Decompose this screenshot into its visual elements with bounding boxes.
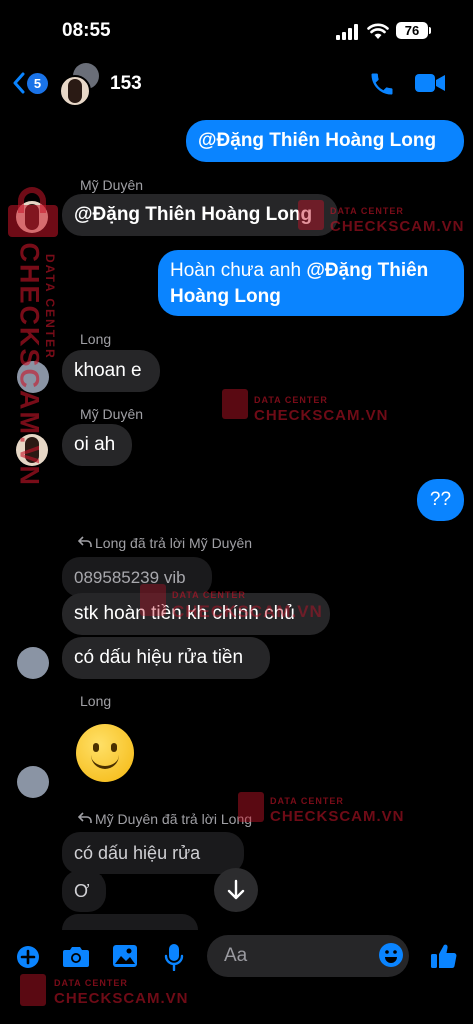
sender-name: Mỹ Duyên [80,177,144,193]
incoming-message[interactable]: oi ah [62,424,132,466]
sender-name: Long [80,693,112,709]
watermark-vertical-label: DATA CENTER [40,250,60,390]
message-text: Hoàn chưa anh [170,260,307,281]
incoming-message[interactable]: có dấu hiệu rửa tiền [62,637,270,679]
scroll-to-bottom-button[interactable] [214,868,258,912]
outgoing-message[interactable]: Hoàn chưa anh @Đặng Thiên Hoàng Long [158,250,464,316]
gallery-icon[interactable] [112,944,138,968]
watermark-mark: DATA CENTER CHECKSCAM.VN [222,385,392,425]
video-call-icon[interactable] [414,71,446,95]
unread-count-badge[interactable]: 5 [27,73,48,94]
camera-icon[interactable] [62,944,90,968]
microphone-icon[interactable] [164,943,184,971]
watermark-brand: CHECKSCAM.VN [172,602,323,621]
phone-icon[interactable] [368,70,396,98]
mention-text[interactable]: @Đặng Thiên [306,260,428,281]
arrow-down-icon [227,879,245,900]
message-input-placeholder: Aa [224,945,248,966]
quoted-text: Ơ [74,881,90,901]
battery-icon: 76 [396,22,428,39]
avatar[interactable] [17,647,49,679]
message-text: oi ah [74,434,116,455]
incoming-message[interactable]: @Đặng Thiên Hoàng Long [62,194,338,236]
watermark-label: DATA CENTER [270,796,344,806]
watermark-mark: DATA CENTER CHECKSCAM.VN [238,788,408,828]
conversation-title[interactable]: 153 [110,73,142,95]
watermark-vertical-brand: CHECKSCAM.VN [4,243,45,505]
mention-text[interactable]: @Đặng Thiên Hoàng Long [74,204,312,225]
watermark-brand: CHECKSCAM.VN [270,808,405,825]
quoted-message[interactable]: Ơ [62,870,106,912]
watermark-mark: DATA CENTER CHECKSCAM.VN [298,196,464,236]
reply-note: Mỹ Duyên đã trả lời Long [95,811,253,827]
message-text: khoan e [74,360,142,381]
back-chevron-icon[interactable] [12,72,26,94]
sender-name: Mỹ Duyên [80,406,144,422]
outgoing-message[interactable]: ?? [417,479,464,521]
mention-text[interactable]: Hoàng Long [170,286,281,307]
signal-icon [336,24,360,40]
watermark-label: DATA CENTER [254,395,328,405]
wifi-icon [367,23,389,39]
watermark-vertical-label-text: DATA CENTER [43,254,57,360]
watermark-brand: CHECKSCAM.VN [254,407,389,424]
group-avatar-front[interactable] [59,75,91,107]
reply-note: Long đã trả lời Mỹ Duyên [95,535,253,551]
outgoing-message[interactable]: @Đặng Thiên Hoàng Long [186,120,464,162]
reply-icon [78,812,92,823]
battery-tip [429,27,431,34]
reply-icon [78,536,92,547]
watermark-label: DATA CENTER [172,590,246,600]
emoji-icon[interactable] [378,942,404,968]
watermark-label: DATA CENTER [330,206,404,216]
watermark-lock-icon [6,187,62,237]
emoji-message[interactable] [76,724,134,782]
avatar[interactable] [17,766,49,798]
like-icon[interactable] [430,942,458,970]
message-text: có dấu hiệu rửa tiền [74,647,244,668]
watermark-brand: CHECKSCAM.VN [330,218,465,235]
sender-name: Long [80,331,112,347]
status-time: 08:55 [62,20,111,41]
mention-text[interactable]: @Đặng Thiên Hoàng Long [198,130,436,151]
message-text: ?? [429,489,452,510]
watermark-mark: DATA CENTER CHECKSCAM.VN [140,580,360,621]
plus-icon[interactable] [16,945,40,969]
incoming-message[interactable]: khoan e [62,350,160,392]
